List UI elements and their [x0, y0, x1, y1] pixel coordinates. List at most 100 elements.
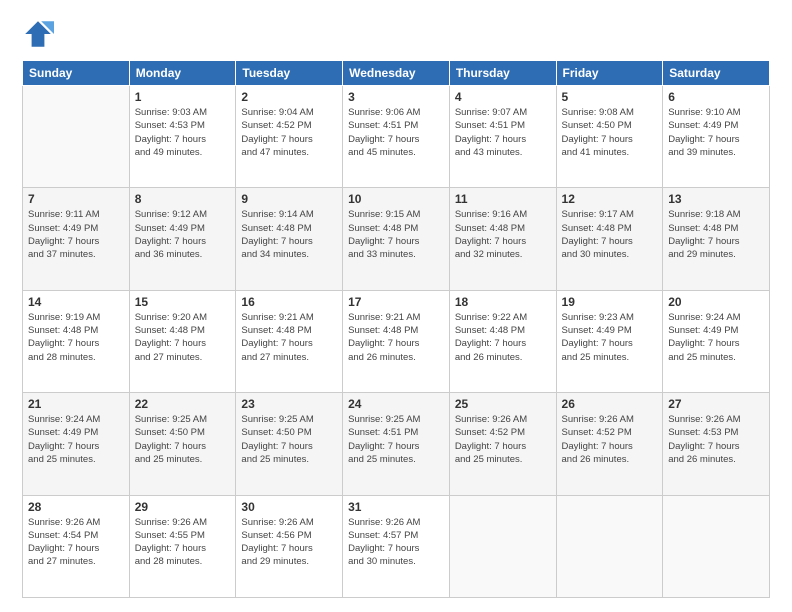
calendar-cell: 5 Sunrise: 9:08 AMSunset: 4:50 PMDaylight…: [556, 86, 663, 188]
calendar-week-row: 1Sunrise: 9:03 AMSunset: 4:53 PMDaylight…: [23, 86, 770, 188]
day-number: 15: [135, 295, 231, 309]
day-info: Sunrise: 9:26 AMSunset: 4:53 PMDaylight:…: [668, 413, 764, 466]
header-day-wednesday: Wednesday: [343, 61, 450, 86]
calendar-cell: 20 Sunrise: 9:24 AMSunset: 4:49 PMDayligh…: [663, 290, 770, 392]
calendar-cell: 16 Sunrise: 9:21 AMSunset: 4:48 PMDayligh…: [236, 290, 343, 392]
day-number: 14: [28, 295, 124, 309]
day-info: Sunrise: 9:24 AMSunset: 4:49 PMDaylight:…: [28, 413, 124, 466]
day-info: Sunrise: 9:14 AMSunset: 4:48 PMDaylight:…: [241, 208, 337, 261]
calendar-cell: 26Sunrise: 9:26 AMSunset: 4:52 PMDayligh…: [556, 393, 663, 495]
day-number: 7: [28, 192, 124, 206]
day-number: 11: [455, 192, 551, 206]
day-number: 24: [348, 397, 444, 411]
calendar-cell: 10 Sunrise: 9:15 AMSunset: 4:48 PMDayligh…: [343, 188, 450, 290]
calendar-cell: 1Sunrise: 9:03 AMSunset: 4:53 PMDaylight…: [129, 86, 236, 188]
header-day-monday: Monday: [129, 61, 236, 86]
calendar-cell: 6 Sunrise: 9:10 AMSunset: 4:49 PMDaylight…: [663, 86, 770, 188]
calendar-cell: 13Sunrise: 9:18 AMSunset: 4:48 PMDayligh…: [663, 188, 770, 290]
header-day-sunday: Sunday: [23, 61, 130, 86]
calendar-week-row: 7 Sunrise: 9:11 AMSunset: 4:49 PMDaylight…: [23, 188, 770, 290]
day-number: 8: [135, 192, 231, 206]
day-info: Sunrise: 9:16 AMSunset: 4:48 PMDaylight:…: [455, 208, 551, 261]
calendar-cell: 24 Sunrise: 9:25 AMSunset: 4:51 PMDayligh…: [343, 393, 450, 495]
logo-icon: [22, 18, 54, 50]
calendar-header: SundayMondayTuesdayWednesdayThursdayFrid…: [23, 61, 770, 86]
header-day-thursday: Thursday: [449, 61, 556, 86]
day-number: 4: [455, 90, 551, 104]
day-number: 19: [562, 295, 658, 309]
day-info: Sunrise: 9:23 AMSunset: 4:49 PMDaylight:…: [562, 311, 658, 364]
day-info: Sunrise: 9:26 AMSunset: 4:54 PMDaylight:…: [28, 516, 124, 569]
calendar-cell: 29 Sunrise: 9:26 AMSunset: 4:55 PMDayligh…: [129, 495, 236, 597]
day-info: Sunrise: 9:26 AMSunset: 4:57 PMDaylight:…: [348, 516, 444, 569]
calendar-body: 1Sunrise: 9:03 AMSunset: 4:53 PMDaylight…: [23, 86, 770, 598]
calendar-cell: 7 Sunrise: 9:11 AMSunset: 4:49 PMDaylight…: [23, 188, 130, 290]
day-number: 29: [135, 500, 231, 514]
day-number: 26: [562, 397, 658, 411]
day-info: Sunrise: 9:26 AMSunset: 4:55 PMDaylight:…: [135, 516, 231, 569]
day-info: Sunrise: 9:21 AMSunset: 4:48 PMDaylight:…: [348, 311, 444, 364]
calendar-cell: [663, 495, 770, 597]
day-number: 13: [668, 192, 764, 206]
day-info: Sunrise: 9:25 AMSunset: 4:51 PMDaylight:…: [348, 413, 444, 466]
day-number: 28: [28, 500, 124, 514]
calendar-cell: 2Sunrise: 9:04 AMSunset: 4:52 PMDaylight…: [236, 86, 343, 188]
calendar-cell: 4 Sunrise: 9:07 AMSunset: 4:51 PMDaylight…: [449, 86, 556, 188]
calendar-cell: [23, 86, 130, 188]
calendar-cell: 23Sunrise: 9:25 AMSunset: 4:50 PMDayligh…: [236, 393, 343, 495]
header: [22, 18, 770, 50]
day-number: 16: [241, 295, 337, 309]
calendar-cell: 15 Sunrise: 9:20 AMSunset: 4:48 PMDayligh…: [129, 290, 236, 392]
calendar-cell: [449, 495, 556, 597]
day-number: 9: [241, 192, 337, 206]
calendar-cell: 12Sunrise: 9:17 AMSunset: 4:48 PMDayligh…: [556, 188, 663, 290]
day-info: Sunrise: 9:21 AMSunset: 4:48 PMDaylight:…: [241, 311, 337, 364]
day-number: 3: [348, 90, 444, 104]
calendar-cell: 18Sunrise: 9:22 AMSunset: 4:48 PMDayligh…: [449, 290, 556, 392]
calendar-cell: 11 Sunrise: 9:16 AMSunset: 4:48 PMDayligh…: [449, 188, 556, 290]
day-info: Sunrise: 9:06 AMSunset: 4:51 PMDaylight:…: [348, 106, 444, 159]
calendar-cell: 21Sunrise: 9:24 AMSunset: 4:49 PMDayligh…: [23, 393, 130, 495]
calendar-week-row: 21Sunrise: 9:24 AMSunset: 4:49 PMDayligh…: [23, 393, 770, 495]
day-info: Sunrise: 9:12 AMSunset: 4:49 PMDaylight:…: [135, 208, 231, 261]
day-info: Sunrise: 9:10 AMSunset: 4:49 PMDaylight:…: [668, 106, 764, 159]
calendar-cell: 14 Sunrise: 9:19 AMSunset: 4:48 PMDayligh…: [23, 290, 130, 392]
header-day-saturday: Saturday: [663, 61, 770, 86]
day-number: 31: [348, 500, 444, 514]
page: SundayMondayTuesdayWednesdayThursdayFrid…: [0, 0, 792, 612]
calendar-table: SundayMondayTuesdayWednesdayThursdayFrid…: [22, 60, 770, 598]
day-info: Sunrise: 9:15 AMSunset: 4:48 PMDaylight:…: [348, 208, 444, 261]
day-info: Sunrise: 9:26 AMSunset: 4:52 PMDaylight:…: [455, 413, 551, 466]
header-day-tuesday: Tuesday: [236, 61, 343, 86]
calendar-cell: 22Sunrise: 9:25 AMSunset: 4:50 PMDayligh…: [129, 393, 236, 495]
day-info: Sunrise: 9:08 AMSunset: 4:50 PMDaylight:…: [562, 106, 658, 159]
day-number: 6: [668, 90, 764, 104]
day-info: Sunrise: 9:24 AMSunset: 4:49 PMDaylight:…: [668, 311, 764, 364]
day-info: Sunrise: 9:26 AMSunset: 4:56 PMDaylight:…: [241, 516, 337, 569]
day-number: 10: [348, 192, 444, 206]
day-info: Sunrise: 9:19 AMSunset: 4:48 PMDaylight:…: [28, 311, 124, 364]
day-number: 17: [348, 295, 444, 309]
calendar-cell: 25 Sunrise: 9:26 AMSunset: 4:52 PMDayligh…: [449, 393, 556, 495]
day-number: 2: [241, 90, 337, 104]
calendar-week-row: 28 Sunrise: 9:26 AMSunset: 4:54 PMDayligh…: [23, 495, 770, 597]
calendar-week-row: 14 Sunrise: 9:19 AMSunset: 4:48 PMDayligh…: [23, 290, 770, 392]
day-info: Sunrise: 9:20 AMSunset: 4:48 PMDaylight:…: [135, 311, 231, 364]
header-day-friday: Friday: [556, 61, 663, 86]
day-info: Sunrise: 9:11 AMSunset: 4:49 PMDaylight:…: [28, 208, 124, 261]
day-number: 25: [455, 397, 551, 411]
days-of-week-row: SundayMondayTuesdayWednesdayThursdayFrid…: [23, 61, 770, 86]
calendar-cell: 28 Sunrise: 9:26 AMSunset: 4:54 PMDayligh…: [23, 495, 130, 597]
day-info: Sunrise: 9:07 AMSunset: 4:51 PMDaylight:…: [455, 106, 551, 159]
day-info: Sunrise: 9:22 AMSunset: 4:48 PMDaylight:…: [455, 311, 551, 364]
day-info: Sunrise: 9:25 AMSunset: 4:50 PMDaylight:…: [135, 413, 231, 466]
day-number: 5: [562, 90, 658, 104]
calendar-cell: 3 Sunrise: 9:06 AMSunset: 4:51 PMDaylight…: [343, 86, 450, 188]
day-number: 12: [562, 192, 658, 206]
day-number: 1: [135, 90, 231, 104]
calendar-cell: 27Sunrise: 9:26 AMSunset: 4:53 PMDayligh…: [663, 393, 770, 495]
day-number: 23: [241, 397, 337, 411]
logo: [22, 18, 56, 50]
calendar-cell: 30Sunrise: 9:26 AMSunset: 4:56 PMDayligh…: [236, 495, 343, 597]
day-number: 20: [668, 295, 764, 309]
